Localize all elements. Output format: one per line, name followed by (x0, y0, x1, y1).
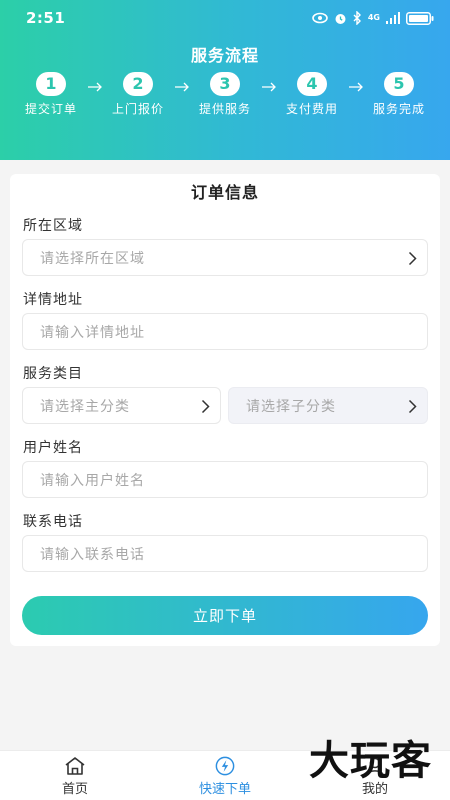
step-label: 提交订单 (24, 102, 77, 116)
order-form-card: 订单信息 所在区域 请选择所在区域 详情地址 请输入详情地址 服务类目 请选择主… (10, 174, 440, 646)
eye-icon (312, 12, 328, 24)
phone-placeholder: 请输入联系电话 (40, 546, 145, 563)
sub-category-placeholder: 请选择子分类 (246, 398, 336, 415)
step-label: 服务完成 (372, 102, 425, 116)
step-label: 提供服务 (198, 102, 251, 116)
page-title: 服务流程 (190, 46, 259, 65)
step-submit-order: 1 提交订单 (16, 72, 86, 117)
sub-category-select[interactable]: 请选择子分类 (228, 387, 428, 424)
bluetooth-icon (353, 11, 361, 25)
address-input[interactable]: 请输入详情地址 (22, 313, 428, 350)
step-number: 3 (210, 72, 240, 96)
phone-label: 联系电话 (23, 514, 83, 530)
battery-icon (406, 11, 434, 25)
tab-home[interactable]: 首页 (35, 756, 115, 797)
region-select[interactable]: 请选择所在区域 (22, 239, 428, 276)
phone-input[interactable]: 请输入联系电话 (22, 535, 428, 572)
category-label: 服务类目 (23, 366, 83, 382)
username-placeholder: 请输入用户姓名 (40, 472, 145, 489)
home-icon (65, 757, 85, 775)
network-type: 4G (367, 13, 380, 22)
region-placeholder: 请选择所在区域 (40, 250, 145, 267)
alarm-icon (335, 13, 346, 24)
chevron-right-icon (408, 399, 417, 414)
step-number: 5 (384, 72, 414, 96)
username-input[interactable]: 请输入用户姓名 (22, 461, 428, 498)
step-service-complete: 5 服务完成 (364, 72, 434, 117)
username-label: 用户姓名 (23, 440, 83, 456)
service-steps: 1 提交订单 2 上门报价 3 提供服务 4 支付费用 5 服务完成 (0, 72, 450, 122)
main-category-select[interactable]: 请选择主分类 (22, 387, 221, 424)
main-category-placeholder: 请选择主分类 (40, 398, 130, 415)
step-label: 支付费用 (285, 102, 338, 116)
tab-label: 首页 (61, 782, 88, 797)
step-number: 2 (123, 72, 153, 96)
step-pay-fee: 4 支付费用 (277, 72, 347, 117)
region-label: 所在区域 (23, 218, 83, 234)
step-number: 1 (36, 72, 66, 96)
step-number: 4 (297, 72, 327, 96)
status-bar: 2:51 4G (0, 0, 450, 36)
watermark-logo: 大玩客 (309, 738, 432, 784)
address-label: 详情地址 (23, 292, 83, 308)
tab-quick-order[interactable]: 快速下单 (185, 756, 265, 797)
arrow-right-icon (349, 82, 363, 92)
arrow-right-icon (262, 82, 276, 92)
status-time: 2:51 (26, 9, 66, 27)
signal-icon (386, 12, 400, 24)
submit-order-button[interactable]: 立即下单 (22, 596, 428, 635)
chevron-right-icon (201, 399, 210, 414)
address-placeholder: 请输入详情地址 (40, 324, 145, 341)
lightning-icon (215, 756, 235, 776)
tab-label: 快速下单 (198, 782, 251, 797)
status-icons: 4G (312, 11, 434, 25)
arrow-right-icon (88, 82, 102, 92)
header-banner: 2:51 4G 服务流程 1 提交订单 2 上门报价 3 提供服务 4 支付费用 (0, 0, 450, 160)
step-provide-service: 3 提供服务 (190, 72, 260, 117)
step-onsite-quote: 2 上门报价 (103, 72, 173, 117)
chevron-right-icon (408, 251, 417, 266)
form-title: 订单信息 (190, 183, 259, 202)
arrow-right-icon (175, 82, 189, 92)
step-label: 上门报价 (111, 102, 164, 116)
